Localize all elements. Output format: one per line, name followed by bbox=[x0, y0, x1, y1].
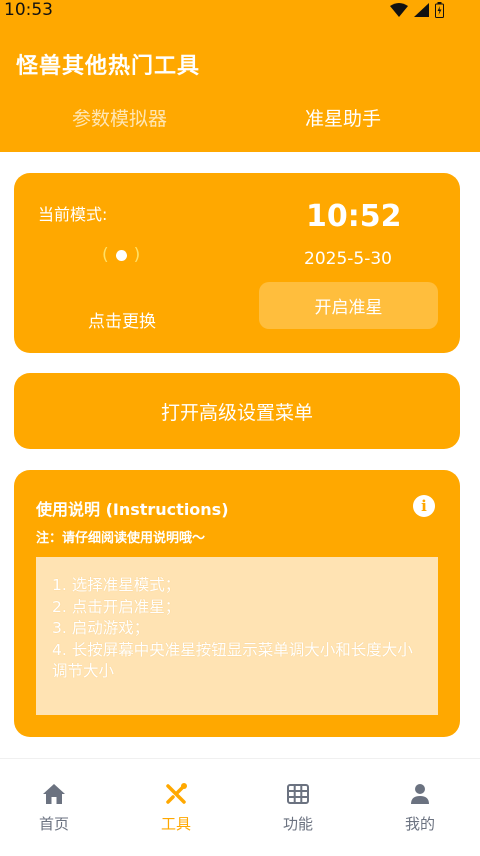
bottom-nav: 首页 工具 功能 我的 bbox=[0, 758, 480, 856]
page-title: 怪兽其他热门工具 bbox=[16, 54, 201, 79]
instruction-step: 4. 长按屏幕中央准星按钮显示菜单调大小和长度大小调节大小 bbox=[52, 640, 413, 681]
instruction-step: 1. 选择准星模式； bbox=[52, 576, 181, 594]
crosshair-right-bracket: ) bbox=[133, 245, 141, 265]
nav-item-functions[interactable]: 功能 bbox=[258, 783, 338, 834]
open-advanced-menu-button[interactable]: 打开高级设置菜单 bbox=[14, 373, 460, 449]
tools-icon bbox=[164, 783, 188, 805]
instructions-card: 使用说明 (Instructions) i 注：请仔细阅读使用说明哦～ 1. 选… bbox=[14, 470, 460, 737]
instructions-steps: 1. 选择准星模式； 2. 点击开启准星； 3. 启动游戏； 4. 长按屏幕中央… bbox=[36, 557, 438, 715]
current-mode-label: 当前模式: bbox=[38, 205, 108, 224]
nav-label: 首页 bbox=[38, 815, 69, 833]
home-icon bbox=[42, 783, 66, 805]
instructions-note: 注：请仔细阅读使用说明哦～ bbox=[36, 531, 206, 546]
clock-time: 10:52 bbox=[306, 199, 402, 234]
header: 10:53 怪兽其他热门工具 参数模拟器 准星助手 bbox=[0, 0, 480, 152]
instruction-step: 2. 点击开启准星； bbox=[52, 597, 181, 616]
grid-icon bbox=[286, 783, 310, 805]
crosshair-dot-icon bbox=[115, 249, 127, 261]
nav-label: 工具 bbox=[160, 815, 191, 833]
clock-date: 2025-5-30 bbox=[304, 249, 392, 269]
tab-param-simulator[interactable]: 参数模拟器 bbox=[72, 104, 167, 131]
wifi-icon bbox=[390, 3, 408, 17]
nav-item-profile[interactable]: 我的 bbox=[380, 783, 460, 834]
user-icon bbox=[408, 783, 432, 805]
enable-crosshair-button[interactable]: 开启准星 bbox=[259, 282, 438, 329]
nav-item-tools[interactable]: 工具 bbox=[136, 783, 216, 834]
battery-icon bbox=[435, 2, 444, 18]
tab-crosshair-assistant[interactable]: 准星助手 bbox=[305, 104, 381, 131]
mode-card: 当前模式: ( ) 点击更换 10:52 2025-5-30 开启准星 bbox=[14, 173, 460, 353]
instructions-title: 使用说明 (Instructions) bbox=[36, 500, 229, 519]
nav-label: 功能 bbox=[282, 815, 313, 833]
instruction-step: 3. 启动游戏； bbox=[52, 619, 150, 637]
crosshair-left-bracket: ( bbox=[102, 245, 109, 265]
status-bar: 10:53 bbox=[0, 0, 480, 22]
status-time: 10:53 bbox=[4, 0, 53, 20]
change-mode-button[interactable]: 点击更换 bbox=[88, 307, 156, 332]
crosshair-preview[interactable]: ( ) bbox=[102, 245, 140, 265]
advanced-settings-card[interactable]: 打开高级设置菜单 bbox=[14, 373, 460, 449]
status-icons bbox=[390, 2, 444, 18]
nav-item-home[interactable]: 首页 bbox=[14, 783, 94, 834]
info-icon[interactable]: i bbox=[413, 495, 435, 517]
nav-label: 我的 bbox=[404, 815, 435, 833]
signal-icon bbox=[414, 3, 429, 17]
